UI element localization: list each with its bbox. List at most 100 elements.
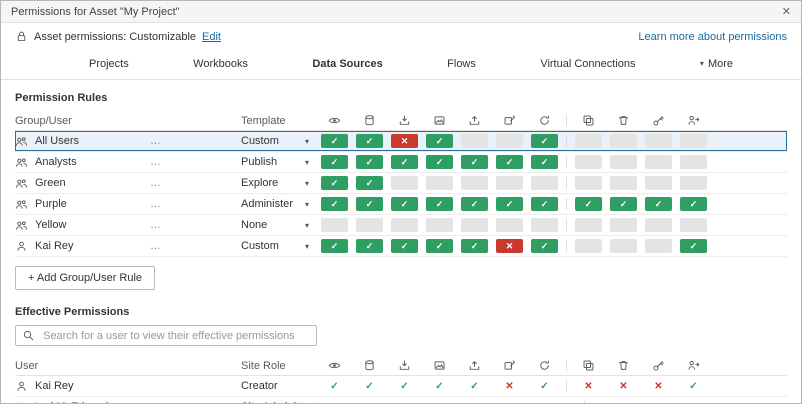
capability-cell-connect[interactable] <box>356 218 383 232</box>
add-group-user-rule-button[interactable]: + Add Group/User Rule <box>15 266 155 290</box>
capability-cell-download[interactable] <box>426 176 453 190</box>
capability-cell-set-permissions[interactable] <box>645 155 672 169</box>
capability-cell-overwrite[interactable] <box>496 176 523 190</box>
capability-cell-publish[interactable] <box>461 218 488 232</box>
capability-cell-refresh[interactable] <box>531 176 558 190</box>
capability-cell-move[interactable] <box>575 239 602 253</box>
capability-cell-publish[interactable]: ✓ <box>461 155 488 169</box>
template-dropdown[interactable]: Custom▾ <box>241 240 317 252</box>
capability-cell-view[interactable]: ✓ <box>321 239 348 253</box>
capability-cell-publish[interactable]: ✓ <box>461 239 488 253</box>
capability-cell-connect[interactable]: ✓ <box>356 239 383 253</box>
capability-cell-view[interactable]: ✓ <box>321 134 348 148</box>
capability-cell-view[interactable]: ✓ <box>321 176 348 190</box>
capability-cell-refresh[interactable] <box>531 218 558 232</box>
capability-cell-delete[interactable] <box>610 218 637 232</box>
row-menu-icon[interactable]: … <box>150 156 162 168</box>
group-icon <box>15 177 28 190</box>
chevron-down-icon: ▾ <box>700 59 704 68</box>
capability-cell-download[interactable] <box>426 218 453 232</box>
capability-cell-overwrite[interactable]: ✓ <box>496 155 523 169</box>
capability-cell-overwrite[interactable]: ✓ <box>496 197 523 211</box>
capability-cell-view[interactable]: ✓ <box>321 155 348 169</box>
capability-cell-delete[interactable]: ✓ <box>610 197 637 211</box>
capability-cell-delete[interactable] <box>610 134 637 148</box>
capability-cell-delete[interactable] <box>610 176 637 190</box>
capability-cell-connect[interactable]: ✓ <box>356 197 383 211</box>
permission-rule-row[interactable]: Kai Rey…Custom▾✓✓✓✓✓✕✓✓ <box>15 236 787 257</box>
capability-column-header <box>457 114 492 127</box>
capability-cell-save[interactable]: ✓ <box>391 239 418 253</box>
capability-cell-connect[interactable]: ✓ <box>356 155 383 169</box>
permission-rule-row[interactable]: Yellow…None▾ <box>15 215 787 236</box>
capability-column-header <box>457 359 492 372</box>
capability-cell-set-permissions[interactable] <box>645 134 672 148</box>
template-dropdown[interactable]: None▾ <box>241 219 317 231</box>
permission-rule-row[interactable]: Purple…Administer▾✓✓✓✓✓✓✓✓✓✓✓ <box>15 194 787 215</box>
tab-flows[interactable]: Flows <box>439 52 484 76</box>
capability-cell-move[interactable] <box>575 218 602 232</box>
tab-data-sources[interactable]: Data Sources <box>304 52 390 76</box>
capability-cell-move[interactable]: ✓ <box>575 197 602 211</box>
capability-cell-set-permissions[interactable] <box>645 176 672 190</box>
capability-cell-download[interactable]: ✓ <box>426 239 453 253</box>
close-icon[interactable]: ✕ <box>782 5 791 18</box>
permission-rule-row[interactable]: All Users…Custom▾✓✓✕✓✓ <box>15 131 787 152</box>
row-menu-icon[interactable]: … <box>150 219 162 231</box>
capability-cell-change-owner[interactable]: ✓ <box>680 239 707 253</box>
permission-rule-row[interactable]: Analysts…Publish▾✓✓✓✓✓✓✓ <box>15 152 787 173</box>
capability-cell-change-owner[interactable] <box>680 155 707 169</box>
capability-cell-save[interactable]: ✕ <box>391 134 418 148</box>
capability-cell-view[interactable]: ✓ <box>321 197 348 211</box>
capability-cell-delete[interactable] <box>610 239 637 253</box>
capability-cell-download[interactable]: ✓ <box>426 155 453 169</box>
capability-cell-view[interactable] <box>321 218 348 232</box>
template-dropdown[interactable]: Publish▾ <box>241 156 317 168</box>
capability-cell-move[interactable] <box>575 176 602 190</box>
capability-cell-wrap: ✓ <box>387 239 422 253</box>
template-dropdown[interactable]: Custom▾ <box>241 135 317 147</box>
template-dropdown[interactable]: Explore▾ <box>241 177 317 189</box>
capability-cell-change-owner[interactable] <box>680 218 707 232</box>
permission-rule-row[interactable]: Green…Explore▾✓✓ <box>15 173 787 194</box>
capability-cell-set-permissions[interactable]: ✓ <box>645 197 672 211</box>
capability-cell-refresh[interactable]: ✓ <box>531 134 558 148</box>
capability-cell-save[interactable] <box>391 176 418 190</box>
capability-cell-change-owner[interactable]: ✓ <box>680 197 707 211</box>
capability-cell-save[interactable]: ✓ <box>391 155 418 169</box>
capability-cell-change-owner[interactable] <box>680 176 707 190</box>
capability-cell-connect[interactable]: ✓ <box>356 176 383 190</box>
row-menu-icon[interactable]: … <box>150 177 162 189</box>
capability-cell-overwrite[interactable]: ✕ <box>496 239 523 253</box>
capability-cell-download[interactable]: ✓ <box>426 134 453 148</box>
row-menu-icon[interactable]: … <box>150 135 162 147</box>
capability-cell-refresh[interactable]: ✓ <box>531 239 558 253</box>
capability-cell-set-permissions[interactable] <box>645 239 672 253</box>
search-input[interactable] <box>41 329 310 343</box>
capability-cell-save[interactable]: ✓ <box>391 197 418 211</box>
tab-workbooks[interactable]: Workbooks <box>185 52 256 76</box>
capability-cell-refresh[interactable]: ✓ <box>531 155 558 169</box>
capability-cell-change-owner[interactable] <box>680 134 707 148</box>
capability-cell-download[interactable]: ✓ <box>426 197 453 211</box>
capability-cell-overwrite[interactable] <box>496 218 523 232</box>
template-dropdown[interactable]: Administer▾ <box>241 198 317 210</box>
capability-cell-move[interactable] <box>575 134 602 148</box>
capability-cell-publish[interactable] <box>461 134 488 148</box>
tab-virtual-connections[interactable]: Virtual Connections <box>532 52 643 76</box>
edit-link[interactable]: Edit <box>202 31 221 43</box>
tab-projects[interactable]: Projects <box>81 52 137 76</box>
capability-cell-delete[interactable] <box>610 155 637 169</box>
capability-cell-refresh[interactable]: ✓ <box>531 197 558 211</box>
learn-more-link[interactable]: Learn more about permissions <box>638 31 787 43</box>
capability-cell-set-permissions[interactable] <box>645 218 672 232</box>
capability-cell-publish[interactable]: ✓ <box>461 197 488 211</box>
capability-cell-connect[interactable]: ✓ <box>356 134 383 148</box>
tab-more[interactable]: ▾More <box>692 52 741 76</box>
capability-cell-move[interactable] <box>575 155 602 169</box>
capability-cell-save[interactable] <box>391 218 418 232</box>
row-menu-icon[interactable]: … <box>150 198 162 210</box>
row-menu-icon[interactable]: … <box>150 240 162 252</box>
capability-cell-overwrite[interactable] <box>496 134 523 148</box>
capability-cell-publish[interactable] <box>461 176 488 190</box>
